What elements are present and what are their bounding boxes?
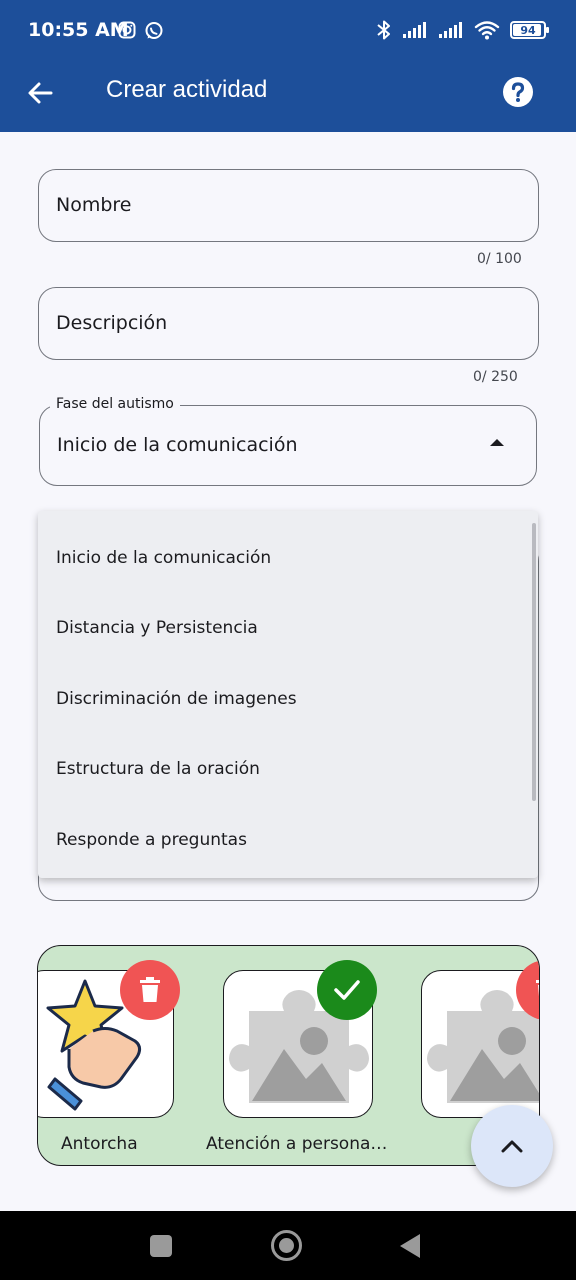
selected-badge[interactable]	[317, 960, 377, 1020]
back-icon[interactable]	[400, 1234, 420, 1258]
menu-option[interactable]: Responde a preguntas	[56, 830, 247, 850]
delete-icon	[536, 980, 539, 997]
delete-icon	[140, 977, 160, 1002]
page-title: Crear actividad	[106, 76, 268, 103]
signal-icon	[439, 22, 462, 38]
phase-dropdown-label: Fase del autismo	[50, 396, 180, 412]
whatsapp-icon	[145, 22, 163, 39]
menu-option[interactable]: Distancia y Persistencia	[56, 618, 258, 638]
menu-option[interactable]: Estructura de la oración	[56, 759, 260, 779]
recents-icon[interactable]	[150, 1235, 172, 1257]
arrow-up-icon	[490, 439, 504, 446]
home-icon[interactable]	[271, 1230, 302, 1261]
instagram-icon	[118, 21, 136, 39]
pictogram-label: Atención a persona…	[206, 1134, 388, 1154]
system-nav-bar	[0, 1211, 576, 1280]
status-time: 10:55 AM	[28, 19, 129, 41]
pictogram-gallery: Antorcha Atención a persona…	[37, 945, 540, 1166]
status-bar: 10:55 AM 94	[0, 0, 576, 62]
name-field[interactable]: Nombre	[38, 169, 539, 242]
chevron-up-icon	[501, 1140, 523, 1153]
signal-icon	[403, 22, 426, 38]
phase-dropdown[interactable]: Inicio de la comunicación	[39, 405, 537, 486]
description-counter: 0/ 250	[473, 369, 518, 385]
app-bar: Crear actividad	[0, 62, 576, 132]
description-field[interactable]: Descripción	[38, 287, 539, 360]
menu-option[interactable]: Discriminación de imagenes	[56, 689, 297, 709]
status-right-icons: 94	[376, 19, 549, 41]
wifi-icon	[474, 21, 500, 40]
pictogram-label: Antorcha	[61, 1134, 138, 1154]
delete-badge[interactable]	[120, 960, 180, 1020]
name-counter: 0/ 100	[477, 251, 522, 267]
arrow-back-icon[interactable]	[26, 78, 56, 108]
check-icon	[334, 980, 360, 1000]
menu-scrollbar[interactable]	[532, 523, 536, 801]
bluetooth-icon	[377, 20, 390, 40]
battery-icon: 94	[510, 21, 549, 39]
home-icon-inner	[279, 1238, 294, 1253]
menu-option[interactable]: Inicio de la comunicación	[56, 548, 271, 568]
battery-level: 94	[520, 23, 536, 37]
description-field-text: Descripción	[56, 312, 168, 334]
status-left-icons	[118, 21, 164, 41]
phase-dropdown-value: Inicio de la comunicación	[57, 434, 298, 456]
scroll-up-button[interactable]	[471, 1105, 553, 1187]
name-field-text: Nombre	[56, 194, 132, 216]
phase-dropdown-menu: Inicio de la comunicación Distancia y Pe…	[38, 511, 538, 878]
help-icon[interactable]	[502, 76, 534, 108]
